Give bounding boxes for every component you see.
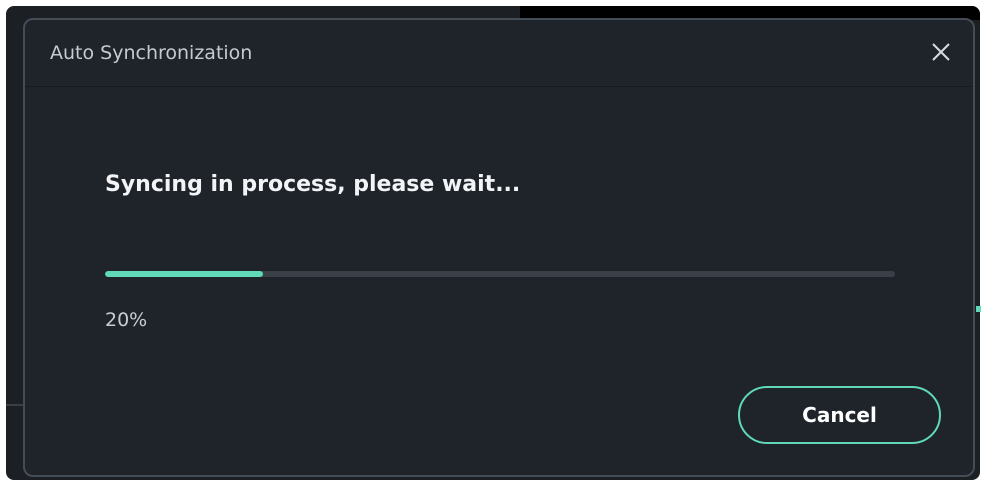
cancel-button[interactable]: Cancel: [738, 386, 941, 444]
close-icon: [932, 43, 950, 61]
progress-fill: [105, 271, 263, 277]
progress-bar: [105, 271, 895, 277]
sync-status-message: Syncing in process, please wait...: [105, 172, 521, 197]
app-background-accent: [976, 306, 981, 312]
progress-percent: 20%: [105, 309, 148, 331]
dialog-titlebar: Auto Synchronization: [25, 20, 973, 87]
dialog-title: Auto Synchronization: [50, 42, 253, 64]
auto-sync-dialog: Auto Synchronization Syncing in process,…: [23, 18, 975, 477]
close-button[interactable]: [927, 38, 955, 66]
